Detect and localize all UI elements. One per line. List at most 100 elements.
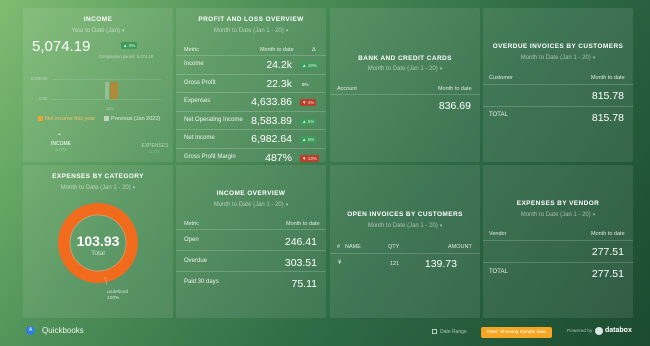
income-period-label: Year to Date (Jan) [71, 28, 120, 34]
openinv-qty: 121 [390, 261, 400, 267]
vendor-period-select[interactable]: Month to Date (Jan 1 - 20) ▾ [483, 212, 633, 218]
legend-previous[interactable]: Previous (Jan 2022) [104, 116, 160, 122]
overdue-period-label: Month to Date (Jan 1 - 20) [520, 55, 591, 61]
openinv-period-label: Month to Date (Jan 1 - 20) [367, 223, 438, 229]
sample-data-note: Note: Showing sample data [481, 327, 552, 338]
pnl-row-label: Net Income [184, 135, 215, 141]
income-ytick-high: 5,000.00 [31, 76, 48, 81]
databox-logo-icon [595, 327, 603, 335]
pnl-col-mtd: Month to date [260, 47, 294, 53]
vendor-card: EXPENSES BY VENDOR Month to Date (Jan 1 … [483, 165, 633, 318]
checkbox-icon [38, 116, 43, 122]
chart-gridline [53, 99, 161, 100]
tab-expenses[interactable]: EXPENSES 5,074 [137, 143, 173, 154]
pnl-row-value: 6,982.64 [251, 133, 292, 145]
chevron-down-icon: ▾ [121, 28, 125, 34]
vendor-total-label: TOTAL [489, 269, 508, 275]
income-bar-current [110, 82, 118, 99]
expcat-period-select[interactable]: Month to Date (Jan 1 - 20) ▾ [23, 185, 173, 191]
incov-title: INCOME OVERVIEW [216, 190, 286, 197]
table-row: Expenses 4,633.86 ▼ 4% [176, 92, 326, 111]
donut-slice-pct: 100% [107, 296, 120, 301]
table-row: Income 24.2k ▲ 19% [176, 55, 326, 74]
incov-col-metric: Metric [184, 221, 199, 227]
vendor-total-value: 277.51 [591, 268, 624, 280]
chevron-down-icon: ▾ [285, 28, 289, 34]
income-comparison: Comparison period: 5,074.19 [99, 54, 154, 59]
powered-by: Powered by [567, 329, 593, 334]
overdue-col-mtd: Month to date [591, 75, 625, 81]
pnl-row-value: 487% [265, 151, 292, 163]
delta-badge: ▲ 19% [300, 62, 319, 69]
openinv-col-hash: # [337, 244, 341, 250]
overdue-col-customer: Customer [489, 75, 513, 81]
pnl-col-metric: Metric [184, 47, 199, 53]
bank-period-select[interactable]: Month to Date (Jan 1 - 20) ▾ [330, 66, 480, 72]
donut-center-label: Total [91, 250, 105, 257]
incov-row-label: Open [184, 237, 199, 243]
table-row: 277.51 [483, 240, 633, 262]
expcat-title: EXPENSES BY CATEGORY [52, 173, 144, 180]
pnl-row-value: 8,583.89 [251, 114, 292, 127]
income-card: INCOME Year to Date (Jan) ▾ 5,074.19 ▲ 0%… [23, 8, 173, 162]
incov-row-label: Overdue [184, 258, 208, 264]
pnl-row-value: 24.2k [266, 59, 292, 71]
overdue-title: OVERDUE INVOICES BY CUSTOMERS [492, 43, 624, 50]
openinv-period-select[interactable]: Month to Date (Jan 1 - 20) ▾ [330, 223, 480, 229]
bank-title: BANK AND CREDIT CARDS [358, 55, 452, 62]
bank-col-account: Account [337, 86, 357, 92]
pnl-row-value: 4,633.86 [251, 96, 292, 108]
table-row: Gross Profit Margin 487% ▼ 13% [176, 147, 326, 163]
openinv-col-qty: QTY [388, 244, 400, 250]
total-row: TOTAL 815.78 [483, 106, 633, 128]
vendor-col-mtd: Month to date [591, 231, 625, 237]
pnl-period-select[interactable]: Month to Date (Jan 1 - 20) ▾ [176, 28, 326, 34]
delta-badge: ▲ 6% [300, 136, 317, 143]
date-range-button[interactable]: Date Range [432, 329, 467, 335]
delta-badge: ▼ 4% [300, 99, 317, 106]
income-pct-badge: ▲ 0% [121, 42, 138, 49]
income-period-select[interactable]: Year to Date (Jan) ▾ [23, 28, 173, 34]
table-row: Paid 30 days 75.11 [176, 271, 326, 292]
delta-badge: ▼ 13% [300, 154, 319, 162]
pnl-row-label: Expenses [184, 98, 211, 104]
chevron-up-icon: ⌃ [57, 134, 63, 140]
databox-brand: databox [605, 327, 632, 334]
calendar-icon [432, 329, 437, 335]
tab-income[interactable]: INCOME 5,074 [43, 141, 79, 152]
vendor-title: EXPENSES BY VENDOR [516, 200, 600, 207]
yen-icon: ¥ [338, 260, 342, 266]
openinv-col-amount: AMOUNT [448, 244, 472, 250]
chevron-down-icon: ▾ [592, 55, 596, 61]
table-row: ¥ 121 139.73 [330, 253, 480, 273]
openinv-title: OPEN INVOICES BY CUSTOMERS [347, 211, 463, 218]
incov-col-mtd: Month to date [286, 221, 320, 227]
incov-row-value: 303.51 [284, 257, 317, 269]
donut-slice-label: undefined [107, 290, 129, 295]
openinv-col-name: NAME [345, 244, 361, 250]
chevron-down-icon: ▾ [132, 185, 136, 191]
overdue-total-label: TOTAL [489, 112, 508, 118]
income-value: 5,074.19 [32, 38, 91, 55]
chevron-down-icon: ▾ [439, 66, 443, 72]
table-row: 815.78 [483, 84, 633, 106]
income-ytick-low: 0.00 [39, 96, 48, 101]
chevron-down-icon: ▾ [592, 212, 596, 218]
legend-current[interactable]: Net income this year [38, 116, 95, 122]
table-row: 836.69 [330, 94, 480, 114]
incov-period-label: Month to Date (Jan 1 - 20) [213, 202, 284, 208]
pnl-row-value: 22.3k [266, 77, 292, 90]
table-row: Open 246.41 [176, 229, 326, 250]
incov-row-label: Paid 30 days [184, 279, 219, 285]
overdue-card: OVERDUE INVOICES BY CUSTOMERS Month to D… [483, 8, 633, 162]
income-xtick: Jan [106, 106, 113, 111]
pnl-card: PROFIT AND LOSS OVERVIEW Month to Date (… [176, 8, 326, 162]
overdue-period-select[interactable]: Month to Date (Jan 1 - 20) ▾ [483, 55, 633, 61]
bank-value: 836.69 [438, 100, 471, 112]
table-row: Gross Profit 22.3k 8% [176, 73, 326, 93]
checkbox-icon [104, 116, 109, 122]
incov-period-select[interactable]: Month to Date (Jan 1 - 20) ▾ [176, 202, 326, 208]
chart-gridline [53, 79, 161, 80]
chevron-down-icon: ▾ [439, 223, 443, 229]
income-bar-previous [105, 82, 109, 99]
